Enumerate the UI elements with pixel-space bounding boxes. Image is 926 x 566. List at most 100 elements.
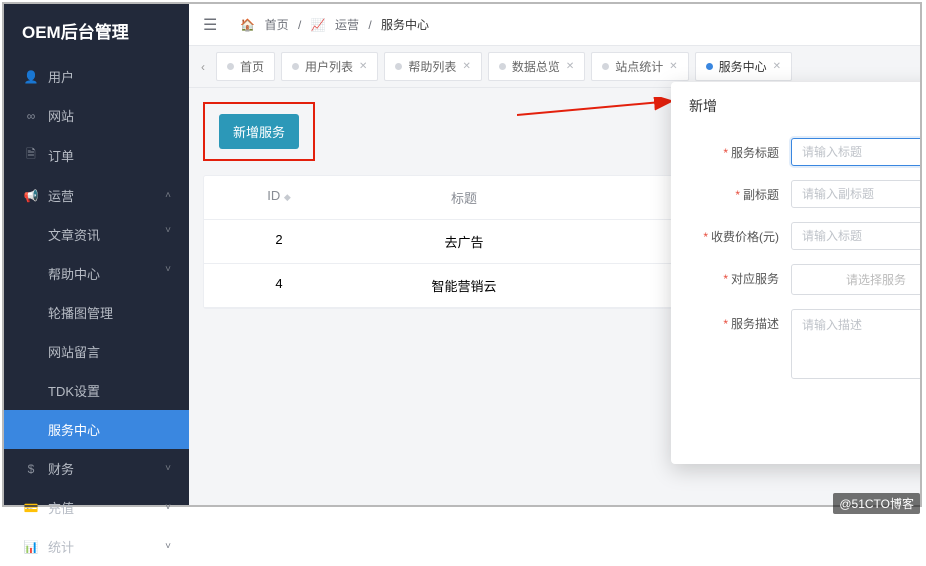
dollar-icon: $ [24,462,38,476]
sidebar-sub-label: TDK设置 [48,384,100,399]
tab-label: 首页 [240,58,264,75]
app-title: OEM后台管理 [4,4,189,57]
table-cell-title: 智能营销云 [354,264,574,307]
tab-helplist[interactable]: 帮助列表 ✕ [384,52,481,81]
sidebar-sub-label: 文章资讯 [48,228,100,243]
highlight-annotation: 新增服务 [203,102,315,161]
tab-service[interactable]: 服务中心 ✕ [695,52,792,81]
megaphone-icon: 📢 [24,189,38,203]
tab-home[interactable]: 首页 [216,52,275,81]
sidebar-sub-label: 帮助中心 [48,267,100,282]
label-service-title: *服务标题 [691,138,791,161]
sidebar-item-finance[interactable]: $ 财务 ˅ [4,449,189,488]
sidebar-sub-tdk[interactable]: TDK设置 [4,371,189,410]
topbar: ☰ 🏠 首页 / 📈 运营 / 服务中心 [189,4,920,46]
close-icon[interactable]: ✕ [359,61,367,72]
dot-icon [499,63,506,70]
tab-label: 数据总览 [512,58,560,75]
sidebar-sub-service[interactable]: 服务中心 [4,410,189,449]
sidebar-item-label: 充值 [48,498,74,517]
price-input[interactable] [791,222,920,250]
sidebar-item-order[interactable]: 🗎 订单 [4,135,189,176]
close-icon[interactable]: ✕ [669,61,677,72]
sidebar-item-label: 订单 [48,146,74,165]
link-icon: ∞ [24,109,38,123]
table-cell-id: 4 [204,264,354,307]
chevron-down-icon: ˅ [165,264,171,275]
service-select[interactable]: 请选择服务 ˅ [791,264,920,295]
tab-dataoverview[interactable]: 数据总览 ✕ [488,52,585,81]
breadcrumb-current: 服务中心 [381,18,429,32]
main-content: ☰ 🏠 首页 / 📈 运营 / 服务中心 ‹ 首页 用户列表 ✕ 帮助列表 ✕ 数据… [189,4,920,505]
select-placeholder: 请选择服务 [846,271,906,288]
sidebar-item-user[interactable]: 👤 用户 [4,57,189,96]
sidebar-sub-message[interactable]: 网站留言 [4,332,189,371]
dot-icon [706,63,713,70]
dot-icon [292,63,299,70]
modal-title: 新增 [689,96,717,116]
card-icon: 💳 [24,501,38,515]
modal-footer: 取消 确定 [671,403,920,464]
hamburger-icon[interactable]: ☰ [203,15,217,35]
chevron-up-icon: ˄ [165,190,171,201]
sidebar-item-label: 财务 [48,459,74,478]
chevron-down-icon: ˅ [165,463,171,474]
description-textarea[interactable] [791,309,920,379]
add-service-button[interactable]: 新增服务 [219,114,299,149]
tab-label: 站点统计 [615,58,663,75]
sidebar-item-website[interactable]: ∞ 网站 [4,96,189,135]
dot-icon [395,63,402,70]
sidebar: OEM后台管理 👤 用户 ∞ 网站 🗎 订单 📢 运营 ˄ 文章资讯 ˅ 帮助中… [4,4,189,505]
tab-label: 帮助列表 [408,58,456,75]
tab-label: 服务中心 [719,58,767,75]
breadcrumb-home[interactable]: 首页 [265,18,289,32]
table-header-id[interactable]: ID ◆ [204,176,354,219]
label-description: *服务描述 [691,309,791,332]
chevron-down-icon: ˅ [165,541,171,552]
sidebar-item-operation[interactable]: 📢 运营 ˄ [4,176,189,215]
sidebar-item-stats[interactable]: 📊 统计 ˅ [4,527,189,566]
sidebar-item-label: 运营 [48,186,74,205]
dot-icon [602,63,609,70]
tab-sitestats[interactable]: 站点统计 ✕ [591,52,688,81]
label-subtitle: *副标题 [691,180,791,203]
service-title-input[interactable] [791,138,920,166]
sidebar-item-label: 网站 [48,106,74,125]
sidebar-item-recharge[interactable]: 💳 充值 ˅ [4,488,189,527]
chevron-down-icon: ˅ [165,502,171,513]
sidebar-item-label: 用户 [48,67,74,86]
chevron-down-icon: ˅ [165,225,171,236]
modal-body: *服务标题 *副标题 *收费价格(元) *对应服务 请选择服务 ˅ [671,130,920,403]
sidebar-sub-article[interactable]: 文章资讯 ˅ [4,215,189,254]
sidebar-sub-carousel[interactable]: 轮播图管理 [4,293,189,332]
sidebar-sub-label: 轮播图管理 [48,306,113,321]
close-icon[interactable]: ✕ [462,61,470,72]
tab-userlist[interactable]: 用户列表 ✕ [281,52,378,81]
table-header-title[interactable]: 标题 [354,176,574,219]
sidebar-sub-help[interactable]: 帮助中心 ˅ [4,254,189,293]
label-service-select: *对应服务 [691,264,791,287]
tabs-prev-button[interactable]: ‹ [193,60,213,74]
watermark: @51CTO博客 [833,493,920,514]
tab-label: 用户列表 [305,58,353,75]
close-icon[interactable]: ✕ [773,61,781,72]
add-service-modal: 新增 ✕ *服务标题 *副标题 *收费价格(元) *对应服务 [671,82,920,464]
table-cell-title: 去广告 [354,220,574,263]
subtitle-input[interactable] [791,180,920,208]
home-icon: 🏠 [240,18,255,32]
user-icon: 👤 [24,70,38,84]
table-cell-id: 2 [204,220,354,263]
breadcrumb-mid[interactable]: 运营 [335,18,359,32]
order-icon: 🗎 [24,145,38,166]
sidebar-item-label: 统计 [48,537,74,556]
dot-icon [227,63,234,70]
modal-header: 新增 ✕ [671,82,920,130]
sort-icon: ◆ [284,192,291,202]
close-icon[interactable]: ✕ [566,61,574,72]
sidebar-sub-label: 服务中心 [48,423,100,438]
chart-icon: 📈 [311,18,326,32]
sidebar-sub-label: 网站留言 [48,345,100,360]
breadcrumb: 🏠 首页 / 📈 运营 / 服务中心 [237,16,432,33]
label-price: *收费价格(元) [691,222,791,245]
chart-icon: 📊 [24,540,38,554]
